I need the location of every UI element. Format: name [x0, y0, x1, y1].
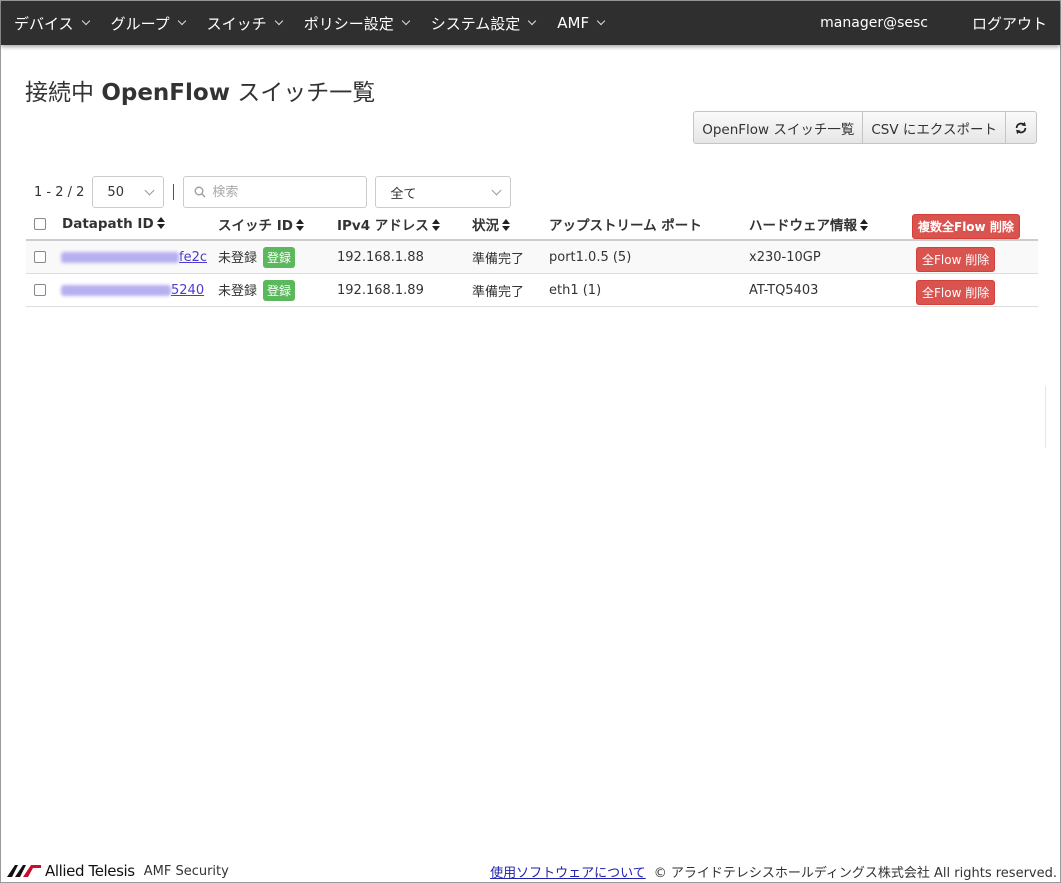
top-navbar: デバイス グループ スイッチ ポリシー設定 システム設定 AMF manager… — [1, 1, 1060, 45]
csv-export-button[interactable]: CSV にエクスポート — [862, 111, 1006, 144]
register-button[interactable]: 登録 — [263, 279, 296, 301]
chevron-down-icon — [401, 16, 410, 26]
product-name: AMF Security — [143, 863, 229, 879]
scroll-indicator — [1045, 386, 1046, 448]
header-status[interactable]: 状況 — [472, 214, 510, 234]
nav-policy[interactable]: ポリシー設定 — [291, 1, 418, 45]
chevron-down-icon — [81, 16, 90, 26]
upstream-port-cell: port1.0.5 (5) — [549, 249, 632, 265]
select-all-checkbox[interactable] — [34, 218, 46, 230]
header-status-label: 状況 — [472, 218, 499, 234]
filter-value: 全て — [390, 186, 417, 202]
sort-icon — [431, 219, 440, 231]
footer: Allied Telesis AMF Security 使用ソフトウェアについて… — [1, 859, 1060, 883]
nav-devices-label: デバイス — [14, 14, 74, 33]
bulk-delete-flow-button[interactable]: 複数全Flow 削除 — [912, 214, 1020, 239]
status-cell: 準備完了 — [472, 251, 525, 267]
header-switch-id[interactable]: スイッチ ID — [218, 214, 304, 234]
toolbar-divider — [173, 184, 175, 200]
hardware-cell: AT-TQ5403 — [749, 282, 819, 298]
pagination-info: 1 - 2 / 2 — [34, 184, 85, 200]
switch-table: Datapath ID スイッチ ID IPv4 アドレス 状況 アップストリー… — [26, 209, 1038, 307]
allied-telesis-logo-icon — [7, 865, 41, 877]
register-button[interactable]: 登録 — [263, 246, 296, 268]
nav-system[interactable]: システム設定 — [418, 1, 545, 45]
software-info-link[interactable]: 使用ソフトウェアについて — [490, 866, 646, 881]
datapath-id-link[interactable]: 5240 — [61, 283, 204, 298]
table-header: Datapath ID スイッチ ID IPv4 アドレス 状況 アップストリー… — [26, 209, 1038, 241]
header-datapath-id[interactable]: Datapath ID — [62, 216, 165, 232]
redacted-id — [61, 251, 179, 263]
nav-switches-label: スイッチ — [206, 14, 267, 33]
refresh-icon — [1015, 121, 1027, 134]
switch-id-value: 未登録 — [218, 283, 258, 299]
table-row: fe2c 未登録 登録 192.168.1.88 準備完了 port1.0.5 (… — [26, 241, 1038, 274]
page-size-value: 50 — [107, 184, 124, 200]
header-datapath-id-label: Datapath ID — [62, 216, 154, 232]
copyright-text: © アライドテレシスホールディングス株式会社 All rights reserv… — [653, 865, 1057, 881]
nav-groups[interactable]: グループ — [98, 1, 194, 45]
chevron-down-icon — [528, 16, 537, 26]
redacted-id — [61, 284, 171, 296]
current-user: manager@sesc — [820, 15, 928, 31]
sort-icon — [295, 219, 304, 231]
header-ipv4[interactable]: IPv4 アドレス — [337, 214, 440, 234]
nav-devices[interactable]: デバイス — [1, 1, 98, 45]
header-switch-id-label: スイッチ ID — [218, 218, 293, 234]
nav-amf[interactable]: AMF — [544, 1, 613, 45]
delete-all-flow-button[interactable]: 全Flow 削除 — [916, 280, 996, 305]
search-icon — [194, 186, 206, 198]
footer-legal: 使用ソフトウェアについて © アライドテレシスホールディングス株式会社 All r… — [490, 862, 1057, 881]
chevron-down-icon — [274, 16, 283, 26]
sort-icon — [502, 219, 510, 231]
openflow-list-button[interactable]: OpenFlow スイッチ一覧 — [693, 111, 864, 144]
logout-link[interactable]: ログアウト — [972, 13, 1047, 34]
header-upstream-port: アップストリーム ポート — [549, 218, 702, 234]
brand-name: Allied Telesis — [45, 862, 135, 880]
search-input[interactable] — [212, 184, 363, 200]
nav-system-label: システム設定 — [430, 14, 521, 33]
switch-id-cell: 未登録 登録 — [218, 246, 296, 268]
chevron-down-icon — [596, 16, 606, 26]
switch-id-value: 未登録 — [218, 250, 258, 266]
row-checkbox[interactable] — [34, 284, 46, 296]
hardware-cell: x230-10GP — [749, 249, 821, 265]
chevron-down-icon — [144, 185, 155, 195]
filter-select[interactable]: 全て — [375, 176, 512, 208]
page-title: 接続中 OpenFlow スイッチ一覧 — [25, 73, 375, 107]
upstream-port-cell: eth1 (1) — [549, 282, 602, 298]
nav-amf-label: AMF — [557, 14, 590, 32]
page-size-select[interactable]: 50 — [92, 176, 165, 208]
datapath-id-suffix: 5240 — [171, 282, 205, 298]
page-title-suffix: スイッチ一覧 — [229, 80, 376, 106]
action-button-group: OpenFlow スイッチ一覧 CSV にエクスポート — [693, 111, 1037, 144]
ipv4-cell: 192.168.1.89 — [337, 282, 424, 298]
chevron-down-icon — [491, 185, 502, 195]
nav-switches[interactable]: スイッチ — [194, 1, 291, 45]
page-title-bold: OpenFlow — [101, 80, 230, 106]
switch-id-cell: 未登録 登録 — [218, 279, 296, 301]
refresh-button[interactable] — [1005, 111, 1037, 144]
header-hardware-label: ハードウェア情報 — [749, 218, 857, 234]
search-box[interactable] — [183, 176, 368, 208]
page-title-prefix: 接続中 — [25, 80, 102, 106]
row-checkbox[interactable] — [34, 251, 46, 263]
header-hardware[interactable]: ハードウェア情報 — [749, 214, 868, 234]
header-ipv4-label: IPv4 アドレス — [337, 218, 429, 234]
status-cell: 準備完了 — [472, 284, 525, 300]
sort-icon — [156, 217, 165, 229]
table-toolbar: 1 - 2 / 2 50 全て — [34, 176, 512, 208]
datapath-id-suffix: fe2c — [179, 249, 207, 265]
table-row: 5240 未登録 登録 192.168.1.89 準備完了 eth1 (1) AT… — [26, 274, 1038, 307]
ipv4-cell: 192.168.1.88 — [337, 249, 424, 265]
nav-groups-label: グループ — [110, 14, 170, 33]
chevron-down-icon — [177, 16, 186, 26]
datapath-id-link[interactable]: fe2c — [61, 250, 207, 265]
nav-policy-label: ポリシー設定 — [303, 14, 394, 33]
sort-icon — [860, 219, 868, 231]
delete-all-flow-button[interactable]: 全Flow 削除 — [916, 247, 996, 272]
company-logo: Allied Telesis — [7, 862, 135, 880]
